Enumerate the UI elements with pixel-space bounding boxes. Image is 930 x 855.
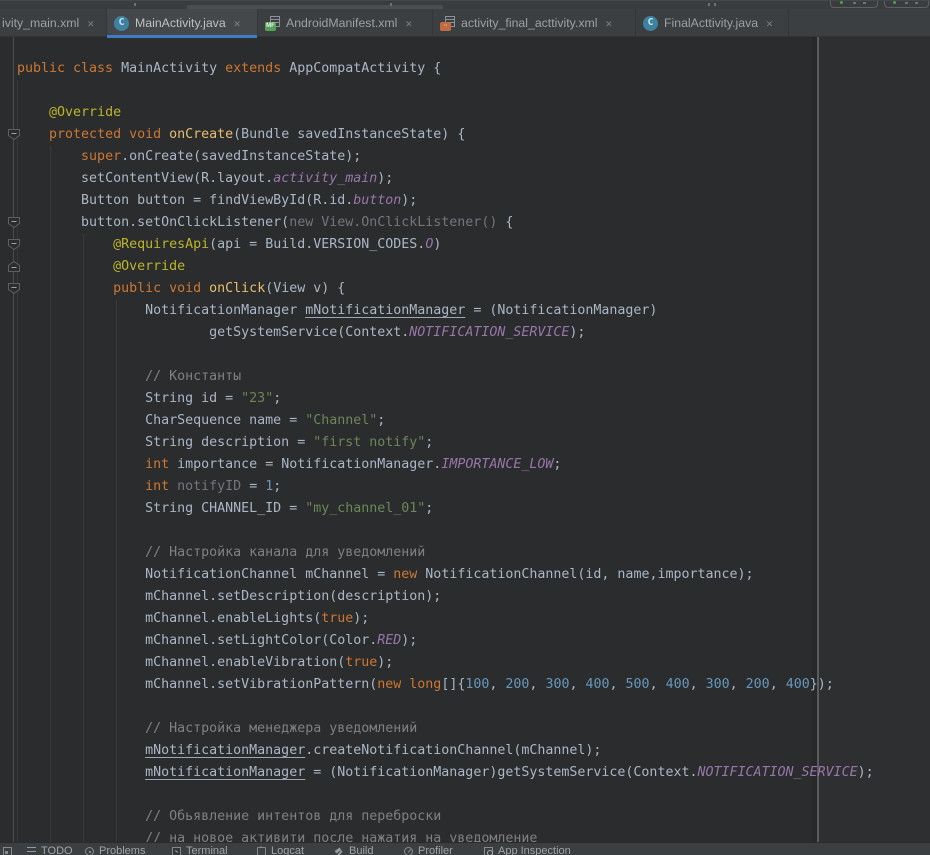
manifest-file-icon: MF bbox=[265, 16, 280, 31]
tab-label: AndroidManifest.xml bbox=[286, 16, 397, 30]
code-line[interactable]: mChannel.setLightColor(Color.RED); bbox=[17, 630, 874, 652]
build-hammer-icon bbox=[335, 847, 344, 855]
code-line[interactable]: String description = "first notify"; bbox=[17, 432, 874, 454]
code-line[interactable]: super.onCreate(savedInstanceState); bbox=[17, 146, 874, 168]
tool-window-stripe-button[interactable] bbox=[3, 844, 12, 855]
code-line[interactable]: String CHANNEL_ID = "my_channel_01"; bbox=[17, 498, 874, 520]
run-toolbar-button-group[interactable] bbox=[884, 0, 929, 8]
tool-window-button-logcat[interactable]: Logcat bbox=[257, 844, 304, 855]
tool-window-button-app-inspection[interactable]: App Inspection bbox=[484, 844, 571, 855]
toolbar-dot-icon bbox=[853, 2, 856, 4]
code-line[interactable]: // Константы bbox=[17, 366, 874, 388]
toolbar-tick bbox=[390, 3, 392, 6]
tool-window-button-profiler[interactable]: Profiler bbox=[404, 844, 453, 855]
tab-activity-main-xml[interactable]: ivity_main.xml bbox=[0, 9, 107, 37]
code-line[interactable]: setContentView(R.layout.activity_main); bbox=[17, 168, 874, 190]
code-editor[interactable]: public class MainActivity extends AppCom… bbox=[0, 37, 930, 842]
code-line[interactable] bbox=[17, 520, 874, 542]
tab-activity-final-acttivity-xml[interactable]: ·· activity_final_acttivity.xml bbox=[433, 9, 636, 37]
toolbar-dot-icon bbox=[915, 2, 918, 4]
tool-window-button-build[interactable]: Build bbox=[335, 844, 373, 855]
run-dot-icon bbox=[893, 1, 896, 4]
todo-icon bbox=[27, 847, 36, 855]
code-line[interactable]: int notifyID = 1; bbox=[17, 476, 874, 498]
code-line[interactable]: Button button = findViewById(R.id.button… bbox=[17, 190, 874, 212]
code-line[interactable]: @Override bbox=[17, 102, 874, 124]
tab-label: MainActivity.java bbox=[135, 16, 226, 30]
gutter-scope-line bbox=[13, 37, 14, 842]
code-line[interactable]: public class MainActivity extends AppCom… bbox=[17, 58, 874, 80]
code-line[interactable] bbox=[17, 696, 874, 718]
code-line[interactable]: // на новое активити после нажатия на ув… bbox=[17, 828, 874, 842]
logcat-icon bbox=[257, 847, 266, 855]
toolbar-tick bbox=[134, 3, 136, 6]
code-line[interactable] bbox=[17, 80, 874, 102]
code-line[interactable] bbox=[17, 344, 874, 366]
app-inspection-icon bbox=[484, 847, 493, 855]
code-line[interactable]: NotificationManager mNotificationManager… bbox=[17, 300, 874, 322]
code-line[interactable] bbox=[17, 784, 874, 806]
toolbar-tick bbox=[714, 3, 716, 6]
run-configuration-combo[interactable] bbox=[187, 5, 443, 9]
tab-androidmanifest-xml[interactable]: MF AndroidManifest.xml bbox=[258, 9, 433, 37]
editor-tab-bar: ivity_main.xml MainActivity.java MF Andr… bbox=[0, 9, 930, 37]
tool-window-button-terminal[interactable]: Terminal bbox=[172, 844, 228, 855]
problems-icon bbox=[85, 847, 94, 855]
terminal-icon bbox=[172, 847, 181, 855]
tab-finalacttivity-java[interactable]: FinalActtivity.java bbox=[636, 9, 789, 37]
code-line[interactable]: protected void onCreate(Bundle savedInst… bbox=[17, 124, 874, 146]
tab-mainactivity-java[interactable]: MainActivity.java bbox=[107, 9, 258, 37]
tab-label: ivity_main.xml bbox=[2, 16, 79, 30]
code-line[interactable]: // Настройка менеджера уведомлений bbox=[17, 718, 874, 740]
tool-window-button-problems[interactable]: Problems bbox=[85, 844, 145, 855]
device-toolbar-button-group[interactable] bbox=[830, 0, 878, 8]
code-line[interactable]: mChannel.setVibrationPattern(new long[]{… bbox=[17, 674, 874, 696]
code-text-area: public class MainActivity extends AppCom… bbox=[17, 58, 874, 842]
tool-window-bar: TODO Problems Terminal Logcat Build Prof… bbox=[0, 842, 930, 855]
code-line[interactable]: button.setOnClickListener(new View.OnCli… bbox=[17, 212, 874, 234]
code-line[interactable]: mNotificationManager = (NotificationMana… bbox=[17, 762, 874, 784]
code-line[interactable]: mNotificationManager.createNotificationC… bbox=[17, 740, 874, 762]
code-line[interactable]: // Обьявление интентов для переброски bbox=[17, 806, 874, 828]
close-tab-icon[interactable] bbox=[85, 14, 96, 32]
toolbar-dot-icon bbox=[905, 2, 908, 4]
code-line[interactable]: getSystemService(Context.NOTIFICATION_SE… bbox=[17, 322, 874, 344]
code-line[interactable]: mChannel.enableLights(true); bbox=[17, 608, 874, 630]
main-toolbar-strip bbox=[0, 0, 930, 9]
profiler-icon bbox=[404, 847, 413, 855]
toolbar-dot-icon bbox=[863, 2, 866, 4]
java-class-icon bbox=[114, 16, 129, 31]
code-line[interactable]: @Override bbox=[17, 256, 874, 278]
code-line[interactable]: mChannel.setDescription(description); bbox=[17, 586, 874, 608]
status-dot-icon bbox=[840, 1, 843, 4]
close-tab-icon[interactable] bbox=[603, 14, 614, 32]
code-line[interactable]: @RequiresApi(api = Build.VERSION_CODES.O… bbox=[17, 234, 874, 256]
code-line[interactable]: // Настройка канала для уведомлений bbox=[17, 542, 874, 564]
toolbar-tick bbox=[708, 3, 710, 6]
close-tab-icon[interactable] bbox=[403, 14, 414, 32]
code-line[interactable]: public void onClick(View v) { bbox=[17, 278, 874, 300]
active-tab-underline bbox=[107, 35, 257, 38]
window-icon bbox=[3, 847, 12, 855]
close-tab-icon[interactable] bbox=[232, 14, 243, 32]
code-line[interactable]: int importance = NotificationManager.IMP… bbox=[17, 454, 874, 476]
tab-label: FinalActtivity.java bbox=[664, 16, 758, 30]
code-line[interactable]: mChannel.enableVibration(true); bbox=[17, 652, 874, 674]
layout-xml-file-icon: ·· bbox=[440, 16, 455, 31]
code-line[interactable]: String id = "23"; bbox=[17, 388, 874, 410]
android-studio-window: ivity_main.xml MainActivity.java MF Andr… bbox=[0, 0, 930, 855]
tab-label: activity_final_acttivity.xml bbox=[461, 16, 597, 30]
tool-window-button-todo[interactable]: TODO bbox=[27, 844, 73, 855]
code-line[interactable]: NotificationChannel mChannel = new Notif… bbox=[17, 564, 874, 586]
java-class-icon bbox=[643, 16, 658, 31]
close-tab-icon[interactable] bbox=[764, 14, 775, 32]
code-line[interactable]: CharSequence name = "Channel"; bbox=[17, 410, 874, 432]
